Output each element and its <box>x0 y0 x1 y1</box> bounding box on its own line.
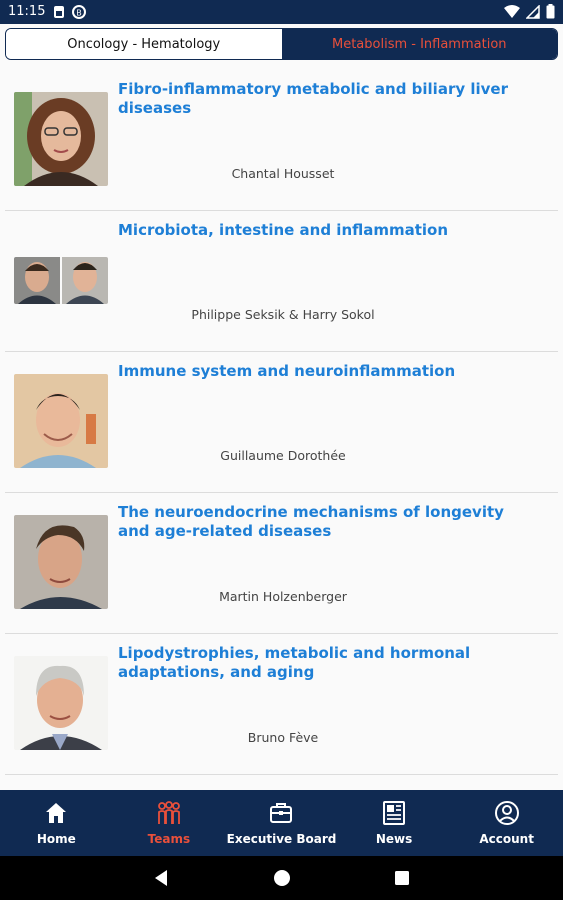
nav-news-label: News <box>375 832 413 846</box>
list-item[interactable]: Lipodystrophies, metabolic and hormonal … <box>5 634 558 775</box>
bottom-navigation: Home Teams Executive Board News Account <box>0 790 563 856</box>
signal-icon <box>526 4 540 19</box>
sim-card-icon <box>54 6 64 18</box>
team-photo <box>14 257 108 304</box>
team-title: Lipodystrophies, metabolic and hormonal … <box>118 644 471 681</box>
data-saver-icon: B <box>72 5 86 19</box>
svg-text:B: B <box>76 9 82 18</box>
list-item[interactable]: Fibro-inflammatory metabolic and biliary… <box>5 70 558 211</box>
nav-teams-label: Teams <box>147 832 191 846</box>
status-time: 11:15 <box>8 4 46 19</box>
wifi-icon <box>504 4 520 18</box>
teams-icon <box>157 801 180 824</box>
nav-news[interactable]: News <box>338 790 451 856</box>
team-photo <box>14 374 108 468</box>
teams-list: Fibro-inflammatory metabolic and biliary… <box>0 70 563 790</box>
team-title: The neuroendocrine mechanisms of longevi… <box>118 503 504 540</box>
tab-oncology-hematology[interactable]: Oncology - Hematology <box>6 29 282 59</box>
team-author: Bruno Fève <box>247 730 319 745</box>
briefcase-icon <box>270 803 293 823</box>
team-title: Immune system and neuroinflammation <box>118 362 456 380</box>
team-title: Microbiota, intestine and inflammation <box>118 221 449 239</box>
team-author: Martin Holzenberger <box>219 589 347 604</box>
team-author: Guillaume Dorothée <box>220 448 346 463</box>
back-icon[interactable] <box>152 868 170 888</box>
system-navigation-bar <box>0 856 563 900</box>
nav-executive-board-label: Executive Board <box>226 832 337 846</box>
nav-executive-board[interactable]: Executive Board <box>225 790 338 856</box>
account-icon <box>494 801 519 825</box>
list-item[interactable]: Microbiota, intestine and inflammation P… <box>5 211 558 352</box>
nav-teams[interactable]: Teams <box>113 790 226 856</box>
team-author: Philippe Seksik & Harry Sokol <box>191 307 375 322</box>
team-title: Fibro-inflammatory metabolic and biliary… <box>118 80 508 117</box>
battery-icon <box>546 4 555 19</box>
home-button-icon[interactable] <box>272 868 292 888</box>
team-photo <box>14 515 108 609</box>
team-photo <box>14 92 108 186</box>
nav-home-label: Home <box>36 832 76 846</box>
team-author: Chantal Housset <box>231 166 335 181</box>
list-item[interactable]: Immune system and neuroinflammation Guil… <box>5 352 558 493</box>
team-photo <box>14 656 108 750</box>
category-tabs: Oncology - Hematology Metabolism - Infla… <box>5 28 558 60</box>
nav-account-label: Account <box>479 832 534 846</box>
status-right-icons <box>504 4 555 19</box>
list-item[interactable]: The neuroendocrine mechanisms of longevi… <box>5 493 558 634</box>
recents-icon[interactable] <box>393 868 411 888</box>
newspaper-icon <box>383 801 406 825</box>
tab-metabolism-inflammation[interactable]: Metabolism - Inflammation <box>281 29 557 59</box>
nav-home[interactable]: Home <box>0 790 113 856</box>
home-icon <box>46 803 67 823</box>
status-bar: 11:15 B <box>0 0 563 24</box>
nav-account[interactable]: Account <box>450 790 563 856</box>
